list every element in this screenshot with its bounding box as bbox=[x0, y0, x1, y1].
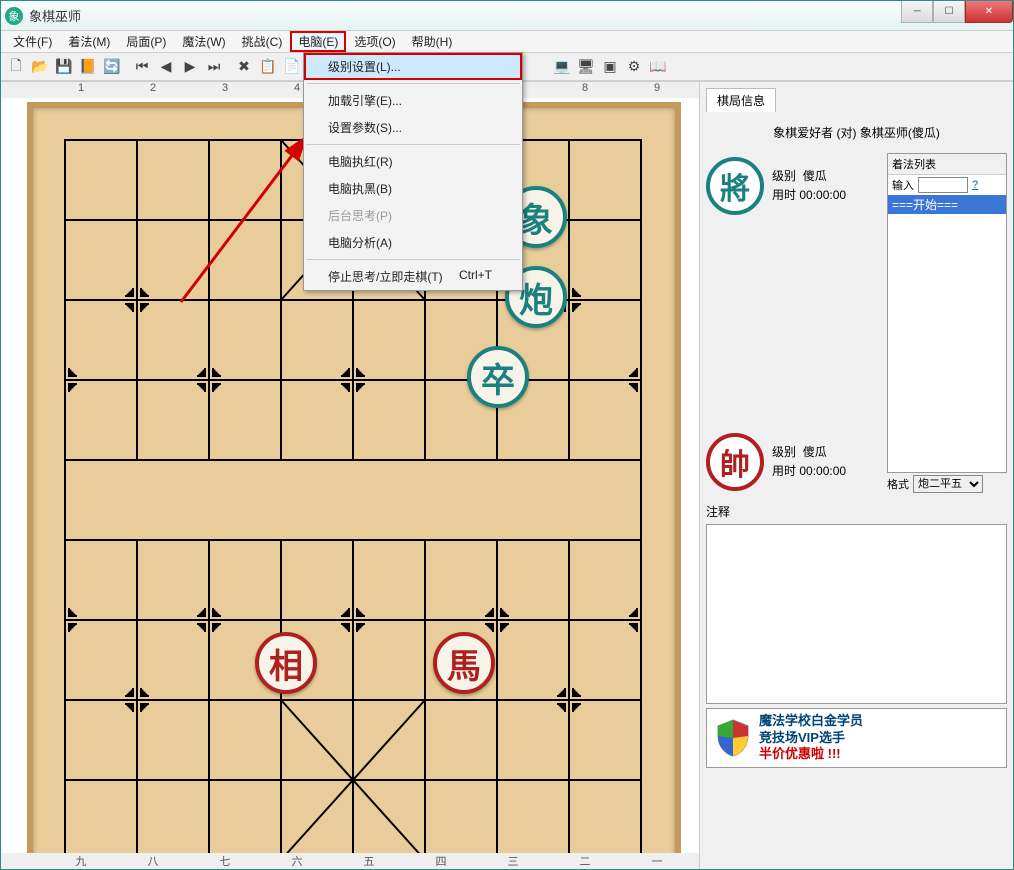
menu-item[interactable]: 停止思考/立即走棋(T)Ctrl+T bbox=[304, 263, 522, 290]
copy-icon[interactable]: 📋 bbox=[257, 56, 279, 78]
moves-scroll[interactable]: ===开始=== bbox=[888, 195, 1006, 472]
app-icon: 象 bbox=[5, 7, 23, 25]
menu-着法(M)[interactable]: 着法(M) bbox=[60, 31, 118, 52]
black-general-icon: 將 bbox=[706, 157, 764, 215]
menu-局面(P)[interactable]: 局面(P) bbox=[118, 31, 174, 52]
moves-list: 着法列表 输入 ? ===开始=== bbox=[887, 153, 1007, 473]
menu-item[interactable]: 加载引擎(E)... bbox=[304, 87, 522, 114]
red-general-icon: 帥 bbox=[706, 433, 764, 491]
refresh-icon[interactable]: 🔄 bbox=[101, 56, 123, 78]
menu-电脑(E)[interactable]: 电脑(E) bbox=[290, 31, 346, 52]
black-level: 傻瓜 bbox=[803, 169, 827, 183]
opponent-line: 象棋爱好者 (对) 象棋巫师(傻瓜) bbox=[706, 116, 1007, 149]
menu-item[interactable]: 级别设置(L)... bbox=[304, 53, 522, 80]
notes-label: 注释 bbox=[706, 503, 1007, 520]
ad-line3: 半价优惠啦 !!! bbox=[759, 746, 863, 763]
prev-icon[interactable]: ◀ bbox=[155, 56, 177, 78]
new-icon[interactable]: 🗋 bbox=[5, 56, 27, 78]
menu-帮助(H)[interactable]: 帮助(H) bbox=[404, 31, 461, 52]
menu-item[interactable]: 设置参数(S)... bbox=[304, 114, 522, 141]
last-icon[interactable]: ⏭ bbox=[203, 56, 225, 78]
terminal-icon[interactable]: ▣ bbox=[599, 56, 621, 78]
menu-item[interactable]: 电脑执红(R) bbox=[304, 148, 522, 175]
label-time: 用时 bbox=[772, 188, 796, 202]
moves-header: 着法列表 bbox=[888, 154, 1006, 175]
piece-卒[interactable]: 卒 bbox=[467, 346, 529, 408]
help-link[interactable]: ? bbox=[972, 179, 978, 191]
format-label: 格式 bbox=[887, 476, 909, 492]
ad-banner[interactable]: 魔法学校白金学员 竞技场VIP选手 半价优惠啦 !!! bbox=[706, 708, 1007, 768]
move-item-start[interactable]: ===开始=== bbox=[888, 195, 1006, 214]
red-player-row: 帥 级别 傻瓜 用时 00:00:00 bbox=[706, 433, 879, 491]
input-label: 输入 bbox=[892, 177, 914, 193]
label-time: 用时 bbox=[772, 464, 796, 478]
computer-icon[interactable]: 💻 bbox=[551, 56, 573, 78]
black-time: 00:00:00 bbox=[799, 188, 846, 202]
computer-menu-dropdown: 级别设置(L)... 加载引擎(E)...设置参数(S)... 电脑执红(R)电脑执… bbox=[303, 52, 523, 291]
window-buttons: ─ ☐ ✕ bbox=[901, 1, 1013, 23]
menubar: 文件(F)着法(M)局面(P)魔法(W)挑战(C)电脑(E)选项(O)帮助(H) bbox=[1, 31, 1013, 53]
notes-textarea[interactable] bbox=[706, 524, 1007, 704]
piece-馬[interactable]: 馬 bbox=[433, 632, 495, 694]
monitor-icon[interactable]: 🖥 bbox=[575, 56, 597, 78]
titlebar: 象 象棋巫师 ─ ☐ ✕ bbox=[1, 1, 1013, 31]
menu-item: 后台思考(P) bbox=[304, 202, 522, 229]
paste-icon[interactable]: 📄 bbox=[281, 56, 303, 78]
minimize-button[interactable]: ─ bbox=[901, 1, 933, 23]
menu-item[interactable]: 电脑执黑(B) bbox=[304, 175, 522, 202]
first-icon[interactable]: ⏮ bbox=[131, 56, 153, 78]
tab-header: 棋局信息 bbox=[706, 88, 1007, 112]
help-icon[interactable]: 📖 bbox=[647, 56, 669, 78]
ad-line2: 竞技场VIP选手 bbox=[759, 730, 863, 747]
settings-icon[interactable]: ⚙ bbox=[623, 56, 645, 78]
menu-挑战(C)[interactable]: 挑战(C) bbox=[234, 31, 291, 52]
save-icon[interactable]: 💾 bbox=[53, 56, 75, 78]
window-title: 象棋巫师 bbox=[29, 6, 81, 25]
book-icon[interactable]: 📙 bbox=[77, 56, 99, 78]
next-icon[interactable]: ▶ bbox=[179, 56, 201, 78]
red-time: 00:00:00 bbox=[799, 464, 846, 478]
shield-icon bbox=[713, 718, 753, 758]
format-select[interactable]: 炮二平五 bbox=[913, 475, 983, 493]
move-input[interactable] bbox=[918, 177, 968, 193]
ad-line1: 魔法学校白金学员 bbox=[759, 713, 863, 730]
ruler-bottom: 九八七六五四三二一 bbox=[1, 853, 699, 869]
menu-文件(F)[interactable]: 文件(F) bbox=[5, 31, 60, 52]
red-level: 傻瓜 bbox=[803, 445, 827, 459]
menu-item[interactable]: 电脑分析(A) bbox=[304, 229, 522, 256]
black-player-row: 將 级别 傻瓜 用时 00:00:00 bbox=[706, 157, 879, 215]
label-level: 级别 bbox=[772, 445, 796, 459]
maximize-button[interactable]: ☐ bbox=[933, 1, 965, 23]
close-button[interactable]: ✕ bbox=[965, 1, 1013, 23]
tab-game-info[interactable]: 棋局信息 bbox=[706, 88, 776, 112]
side-panel: 棋局信息 象棋爱好者 (对) 象棋巫师(傻瓜) 將 级别 傻瓜 用时 00:00… bbox=[699, 82, 1013, 869]
menu-选项(O)[interactable]: 选项(O) bbox=[346, 31, 403, 52]
open-icon[interactable]: 📂 bbox=[29, 56, 51, 78]
label-level: 级别 bbox=[772, 169, 796, 183]
menu-魔法(W)[interactable]: 魔法(W) bbox=[174, 31, 233, 52]
piece-相[interactable]: 相 bbox=[255, 632, 317, 694]
cancel-icon[interactable]: ✖ bbox=[233, 56, 255, 78]
